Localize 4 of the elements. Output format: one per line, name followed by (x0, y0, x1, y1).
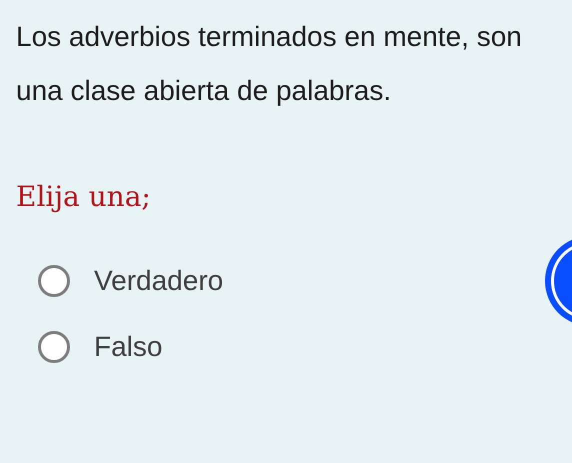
question-text: Los adverbios terminados en mente, son una clase abierta de palabras. (15, 20, 523, 108)
instruction-text: Elija una; (16, 180, 151, 213)
answer-option[interactable]: Verdadero (38, 265, 224, 297)
answer-option[interactable]: Falso (38, 331, 162, 363)
